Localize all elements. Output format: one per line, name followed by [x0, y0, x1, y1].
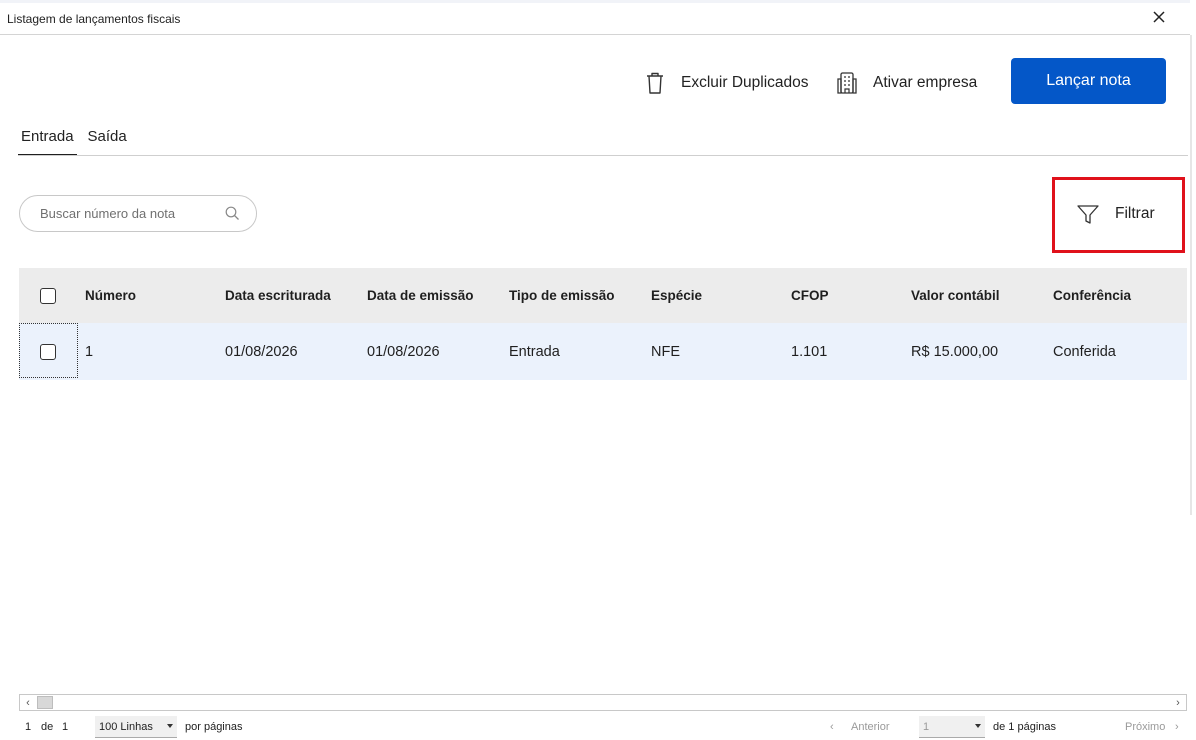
cell-valor-contabil: R$ 15.000,00	[911, 343, 999, 360]
delete-duplicates-label: Excluir Duplicados	[681, 74, 809, 91]
filter-icon	[1077, 205, 1099, 224]
window-titlebar: Listagem de lançamentos fiscais	[0, 0, 1190, 35]
table-row[interactable]: 1 01/08/2026 01/08/2026 Entrada NFE 1.10…	[19, 323, 1187, 380]
scroll-right-icon[interactable]: ›	[1170, 695, 1186, 710]
table-header: Número Data escriturada Data de emissão …	[19, 268, 1187, 323]
per-page-label: por páginas	[185, 721, 243, 733]
search-icon[interactable]	[225, 206, 240, 221]
page-select-value: 1	[923, 720, 930, 733]
records-table: Número Data escriturada Data de emissão …	[19, 268, 1187, 380]
rows-per-page-value: 100 Linhas	[99, 720, 153, 733]
scroll-left-icon[interactable]: ‹	[20, 695, 36, 710]
search-input[interactable]	[40, 206, 210, 221]
header-cell-data-escriturada[interactable]: Data escriturada	[225, 268, 331, 323]
tab-saida[interactable]: Saída	[85, 124, 130, 156]
filter-label: Filtrar	[1115, 205, 1155, 222]
tab-entrada[interactable]: Entrada	[18, 124, 77, 156]
delete-duplicates-button[interactable]: Excluir Duplicados	[643, 70, 823, 96]
rows-per-page-select[interactable]: 100 Linhas	[95, 716, 177, 738]
activate-company-label: Ativar empresa	[873, 74, 978, 91]
prev-page-button[interactable]: Anterior	[851, 721, 890, 733]
page-select[interactable]: 1	[919, 716, 985, 738]
chevron-down-icon	[167, 724, 173, 728]
filter-button[interactable]: Filtrar	[1076, 202, 1155, 226]
header-cell-tipo-emissao[interactable]: Tipo de emissão	[509, 268, 615, 323]
pager-current: 1	[25, 721, 32, 733]
cell-data-emissao: 01/08/2026	[367, 343, 440, 360]
next-page-button[interactable]: Próximo	[1125, 721, 1165, 733]
window-title: Listagem de lançamentos fiscais	[7, 12, 181, 26]
cell-especie: NFE	[651, 343, 680, 360]
cell-data-escriturada: 01/08/2026	[225, 343, 298, 360]
pager-total: 1	[62, 721, 69, 733]
toolbar: Excluir Duplicados Ativar empresa Lançar…	[647, 58, 1166, 104]
cell-tipo-emissao: Entrada	[509, 343, 560, 360]
search-box	[19, 195, 257, 232]
scrollbar-thumb[interactable]	[37, 696, 53, 709]
row-select-wrapper	[40, 323, 56, 380]
pagination-bar: 1 de 1 100 Linhas por páginas ‹ Anterior…	[19, 716, 1187, 738]
launch-note-button[interactable]: Lançar nota	[1011, 58, 1166, 104]
header-cell-select	[40, 268, 56, 323]
header-cell-cfop[interactable]: CFOP	[791, 268, 829, 323]
tab-bar: Entrada Saída	[18, 124, 130, 156]
cell-cfop: 1.101	[791, 343, 828, 360]
trash-icon	[647, 72, 663, 94]
page-chevron-down-icon	[975, 724, 981, 728]
select-all-checkbox[interactable]	[40, 287, 56, 304]
header-cell-valor-contabil[interactable]: Valor contábil	[911, 268, 1000, 323]
header-cell-especie[interactable]: Espécie	[651, 268, 702, 323]
prev-chevron-icon: ‹	[830, 721, 834, 733]
cell-conferencia: Conferida	[1053, 343, 1116, 360]
close-icon[interactable]	[1150, 8, 1168, 26]
pages-label: de 1 páginas	[993, 721, 1056, 733]
cell-numero: 1	[85, 343, 94, 360]
header-cell-numero[interactable]: Número	[85, 268, 136, 323]
activate-company-button[interactable]: Ativar empresa	[835, 70, 995, 96]
window-edge	[1190, 35, 1192, 515]
header-cell-data-emissao[interactable]: Data de emissão	[367, 268, 474, 323]
row-checkbox[interactable]	[40, 343, 56, 360]
next-chevron-icon: ›	[1175, 721, 1179, 733]
pager-of-label: de	[41, 721, 54, 733]
header-cell-conferencia[interactable]: Conferência	[1053, 268, 1131, 323]
building-icon	[837, 72, 857, 94]
tabs-divider	[18, 155, 1188, 156]
horizontal-scrollbar[interactable]: ‹ ›	[19, 694, 1187, 711]
